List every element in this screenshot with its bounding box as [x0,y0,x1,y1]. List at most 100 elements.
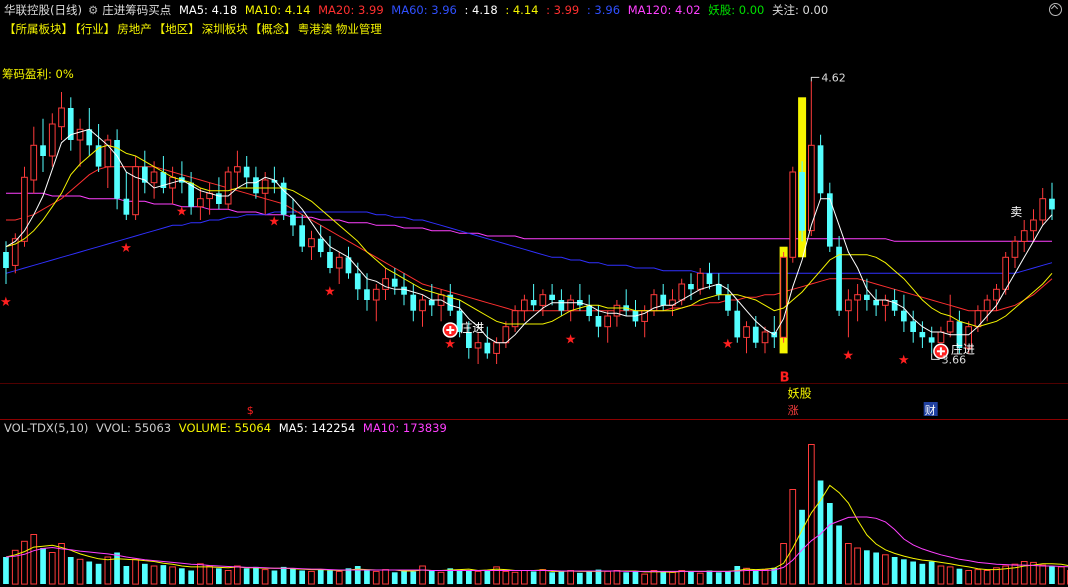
volume-bar-3 [30,534,38,585]
candle-body-46 [428,300,435,306]
candle-body-61 [567,299,574,312]
star-signal-8: ★ [842,348,854,363]
candle-body-110 [1020,230,1028,242]
candle-body-92 [854,294,861,301]
candle-body-87 [808,144,815,232]
volume-bar-49 [456,569,463,584]
candle-body-71 [660,294,667,306]
candle-body-28 [261,179,269,194]
candle-body-40 [372,288,380,301]
candle-body-91 [845,299,852,312]
volume-bar-71 [660,571,667,584]
volume-bar-113 [1049,566,1055,584]
zhuangjin-label-1: 庄进 [460,320,484,335]
volume-bar-13 [123,566,130,584]
candle-body-113 [1049,198,1055,210]
price-panel: ★ ★ ★ ★ ★ ★ ★ ★ ★ ★ [0,76,1055,416]
volume-bar-17 [160,565,167,584]
volume-bar-28 [261,569,269,585]
volume-bar-5 [48,552,56,585]
volume-bar-106 [983,570,991,585]
candle-body-108 [1002,256,1009,290]
candle-body-111 [1030,219,1037,232]
candle-body-5 [48,123,56,157]
volume-bar-7 [67,557,74,584]
volume-bar-19 [179,568,185,585]
volume-bar-77 [715,572,722,584]
candle-body-99 [919,332,926,338]
volume-bar-74 [688,571,694,584]
candle-body-8 [76,128,84,141]
volume-bar-68 [632,571,639,584]
candle-body-84 [780,256,787,338]
volume-bar-65 [604,570,611,585]
candle-body-59 [549,294,555,300]
volume-bar-81 [752,570,759,584]
volume-bar-85 [789,489,797,585]
candle-body-88 [817,145,824,194]
candle-body-44 [410,294,417,311]
candle-body-34 [317,238,324,252]
volume-bar-79 [734,566,741,584]
candle-body-102 [946,320,954,333]
candle-body-14 [132,166,139,216]
candle-body-97 [901,310,907,322]
candle-body-52 [484,342,491,354]
volume-bar-31 [290,568,296,585]
volume-bar-57 [530,571,537,584]
low-price-label: 3.66 [942,353,967,366]
volume-bar-52 [484,570,491,584]
volume-bar-94 [873,552,879,584]
volume-bar-62 [577,572,583,585]
candle-body-94 [873,300,879,306]
candle-body-53 [493,342,500,354]
candle-body-45 [419,299,426,312]
candle-body-54 [502,326,510,344]
volume-bar-76 [706,570,713,584]
volume-bar-10 [95,563,102,585]
candle-body-41 [382,278,389,290]
candle-body-4 [40,145,46,156]
volume-bar-40 [372,570,380,585]
volume-bar-97 [901,559,907,585]
volume-bar-78 [725,571,731,584]
volume-ma5-line [5,484,1068,573]
volume-bar-91 [845,543,852,585]
volume-bar-55 [511,571,519,585]
volume-bar-8 [76,558,84,585]
candle-body-64 [595,316,602,327]
candle-body-43 [401,286,407,295]
volume-bar-18 [169,566,176,585]
volume-bar-27 [253,566,259,584]
volume-bar-25 [234,565,241,585]
candle-body-100 [928,337,935,343]
star-signal-0: ★ [0,295,12,310]
volume-bar-59 [549,572,555,584]
candle-body-9 [86,129,93,146]
volume-bar-22 [206,565,214,585]
candle-body-82 [761,331,769,344]
volume-bar-26 [243,568,250,585]
volume-bar-9 [86,561,93,584]
kline-chart[interactable]: ★★★★★★ ★ ★★ ★ 庄进 庄进 B 妖股 4.62 3.66 卖 $ 涨 财 [0,0,1068,587]
volume-bar-43 [401,570,407,584]
volume-bar-63 [586,570,592,584]
candle-body-3 [30,144,38,181]
volume-bar-32 [299,570,305,584]
candle-body-75 [696,272,704,290]
high-pointer [810,76,820,82]
volume-bar-39 [364,570,370,584]
volume-bar-54 [502,570,510,585]
candle-body-89 [827,193,833,247]
volume-bar-90 [836,525,842,584]
volume-bar-4 [40,548,46,584]
volume-bar-99 [919,563,926,585]
volume-bar-61 [567,570,574,585]
volume-bar-36 [335,570,343,585]
zhang-label: 涨 [788,404,799,417]
candle-body-79 [734,310,741,338]
cai-label: 财 [925,403,936,417]
volume-bar-24 [224,570,232,585]
volume-bar-14 [132,558,139,585]
volume-bar-87 [808,444,815,585]
